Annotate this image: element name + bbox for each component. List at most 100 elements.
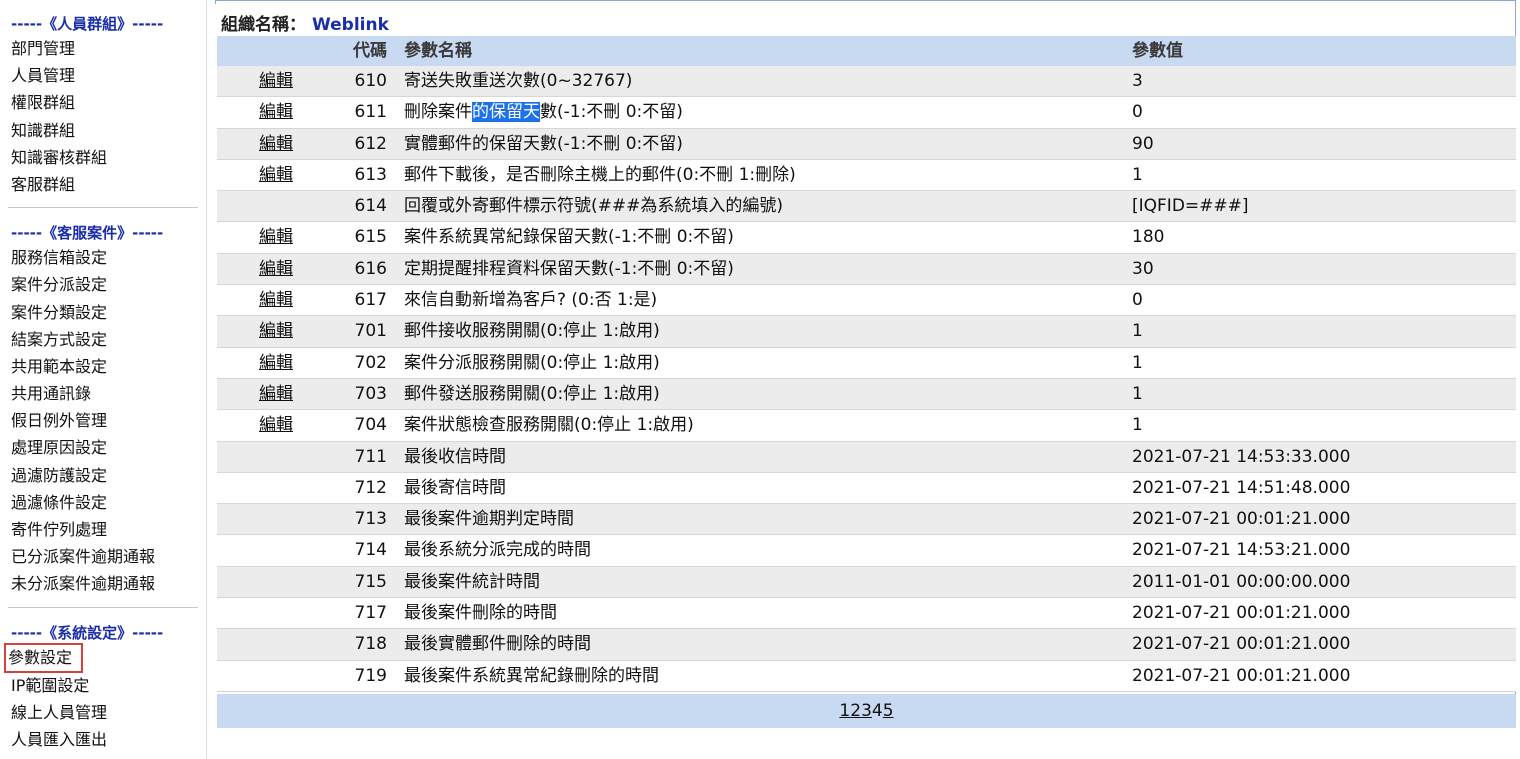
sidebar-item[interactable]: 知識審核群組 [11, 144, 206, 171]
param-code: 617 [354, 290, 387, 311]
sidebar-item[interactable]: 部門管理 [11, 35, 206, 62]
sidebar-item[interactable]: 處理原因設定 [11, 434, 206, 461]
sidebar-item[interactable]: 案件分派設定 [11, 271, 206, 298]
edit-link[interactable]: 編輯 [259, 259, 293, 279]
sidebar-item[interactable]: 未分派案件逾期通報 [11, 570, 206, 597]
sidebar-item[interactable]: 過濾防護設定 [11, 462, 206, 489]
org-label: 組織名稱： [221, 15, 306, 35]
sidebar-item[interactable]: 人員匯入匯出 [11, 726, 206, 753]
edit-cell: 編輯 [259, 254, 299, 285]
sidebar-item-label: 人員匯入匯出 [11, 729, 108, 749]
param-code: 711 [354, 446, 387, 467]
sidebar-item[interactable]: 共用通訊錄 [11, 380, 206, 407]
sidebar-item-label: 知識群組 [11, 120, 76, 140]
param-value: 1 [1132, 352, 1143, 373]
sidebar-item-label: 共用通訊錄 [11, 384, 92, 404]
param-code: 719 [354, 665, 387, 686]
edit-link[interactable]: 編輯 [259, 71, 293, 91]
param-code: 614 [354, 196, 387, 217]
sidebar-item[interactable]: 權限群組 [11, 89, 206, 116]
sidebar-item-label: 處理原因設定 [11, 438, 108, 458]
sidebar-item[interactable]: 過濾條件設定 [11, 489, 206, 516]
param-value: 30 [1132, 258, 1154, 279]
sidebar-item[interactable]: 已分派案件逾期通報 [11, 543, 206, 570]
edit-link[interactable]: 編輯 [259, 227, 293, 247]
sidebar-section: -----《人員群組》----- 部門管理 人員管理 權限群組 知識群組 知識審核群組 客服… [0, 13, 206, 198]
sidebar-item[interactable]: 共用範本設定 [11, 353, 206, 380]
edit-cell: 編輯 [259, 410, 299, 441]
page-link[interactable]: 4 [872, 701, 883, 721]
edit-cell: 編輯 [259, 348, 299, 379]
table-row: 編輯 615 案件系統異常紀錄保留天數(-1:不刪 0:不留) 180 [217, 222, 1516, 254]
table-row: 編輯 611 刪除案件的保留天數(-1:不刪 0:不留) 0 [217, 97, 1516, 129]
sidebar-item[interactable]: 案件分類設定 [11, 299, 206, 326]
page-link[interactable]: 3 [861, 701, 872, 721]
param-code: 701 [354, 321, 387, 342]
param-name-part: 刪除案件 [404, 102, 472, 123]
sidebar-item[interactable]: 參數設定 [3, 642, 206, 673]
param-value: 0 [1132, 290, 1143, 311]
sidebar-item[interactable]: 客服群組 [11, 171, 206, 198]
param-value: 2021-07-21 00:01:21.000 [1132, 603, 1351, 624]
edit-link[interactable]: 編輯 [259, 353, 293, 373]
table-row: 編輯 703 郵件發送服務開關(0:停止 1:啟用) 1 [217, 378, 1516, 411]
sidebar-item-label: 已分派案件逾期通報 [11, 547, 156, 567]
edit-link[interactable]: 編輯 [259, 384, 293, 404]
param-code: 714 [354, 540, 387, 561]
sidebar-item-label: 過濾防護設定 [11, 465, 108, 485]
page-link[interactable]: 1 [839, 701, 850, 721]
param-name: 案件系統異常紀錄保留天數(-1:不刪 0:不留) [404, 227, 734, 248]
param-value: 90 [1132, 133, 1154, 154]
table-row: 編輯 616 定期提醒排程資料保留天數(-1:不刪 0:不留) 30 [217, 253, 1516, 286]
param-name-part: 數(-1:不刪 0:不留) [540, 102, 683, 123]
edit-cell: 編輯 [259, 285, 299, 316]
edit-cell: 編輯 [259, 379, 299, 410]
sidebar-section-header: -----《客服案件》----- [11, 224, 164, 243]
edit-cell: 編輯 [259, 222, 299, 253]
table-row: 717 最後案件刪除的時間 2021-07-21 00:01:21.000 [217, 598, 1516, 630]
sidebar-item-active[interactable]: 參數設定 [3, 642, 84, 673]
edit-link[interactable]: 編輯 [259, 134, 293, 154]
sidebar-item[interactable]: 人員管理 [11, 62, 206, 89]
sidebar-item[interactable]: 知識群組 [11, 117, 206, 144]
param-code: 718 [354, 634, 387, 655]
param-name: 最後案件刪除的時間 [404, 603, 557, 624]
sidebar-item[interactable]: IP範圍設定 [11, 672, 206, 699]
sidebar-item-label: 共用範本設定 [11, 356, 108, 376]
table-row: 編輯 701 郵件接收服務開關(0:停止 1:啟用) 1 [217, 316, 1516, 348]
page-link[interactable]: 5 [883, 701, 894, 721]
header-code: 代碼 [353, 41, 387, 61]
sidebar-item-label: 案件分派設定 [11, 275, 108, 295]
param-code: 615 [354, 227, 387, 248]
edit-link[interactable]: 編輯 [259, 102, 293, 122]
param-name: 定期提醒排程資料保留天數(-1:不刪 0:不留) [404, 258, 734, 279]
sidebar-item-label: 未分派案件逾期通報 [11, 574, 156, 594]
param-name: 實體郵件的保留天數(-1:不刪 0:不留) [404, 133, 683, 154]
param-value: 1 [1132, 415, 1143, 436]
param-value: 2021-07-21 14:53:21.000 [1132, 540, 1351, 561]
param-value: 2021-07-21 00:01:21.000 [1132, 665, 1351, 686]
sidebar: -----《人員群組》----- 部門管理 人員管理 權限群組 知識群組 知識審核群組 客服… [0, 0, 207, 759]
param-code: 610 [354, 71, 387, 91]
param-value: 2021-07-21 14:53:33.000 [1132, 446, 1351, 467]
header-value: 參數值 [1132, 41, 1183, 61]
table-row: 715 最後案件統計時間 2011-01-01 00:00:00.000 [217, 566, 1516, 599]
edit-link[interactable]: 編輯 [259, 165, 293, 185]
param-value: 180 [1132, 227, 1165, 248]
page-link[interactable]: 2 [850, 701, 861, 721]
sidebar-item[interactable]: 線上人員管理 [11, 699, 206, 726]
sidebar-item-label: 過濾條件設定 [11, 492, 108, 512]
sidebar-item[interactable]: 假日例外管理 [11, 407, 206, 434]
edit-link[interactable]: 編輯 [259, 321, 293, 341]
param-code: 712 [354, 477, 387, 498]
param-code: 703 [354, 383, 387, 404]
param-value: 1 [1132, 383, 1143, 404]
edit-link[interactable]: 編輯 [259, 415, 293, 435]
edit-cell: 編輯 [259, 97, 299, 128]
param-code: 704 [354, 415, 387, 436]
edit-link[interactable]: 編輯 [259, 290, 293, 310]
sidebar-item[interactable]: 寄件佇列處理 [11, 516, 206, 543]
sidebar-item[interactable]: 服務信箱設定 [11, 244, 206, 271]
sidebar-item[interactable]: 結案方式設定 [11, 326, 206, 353]
param-name: 最後案件系統異常紀錄刪除的時間 [404, 665, 659, 686]
